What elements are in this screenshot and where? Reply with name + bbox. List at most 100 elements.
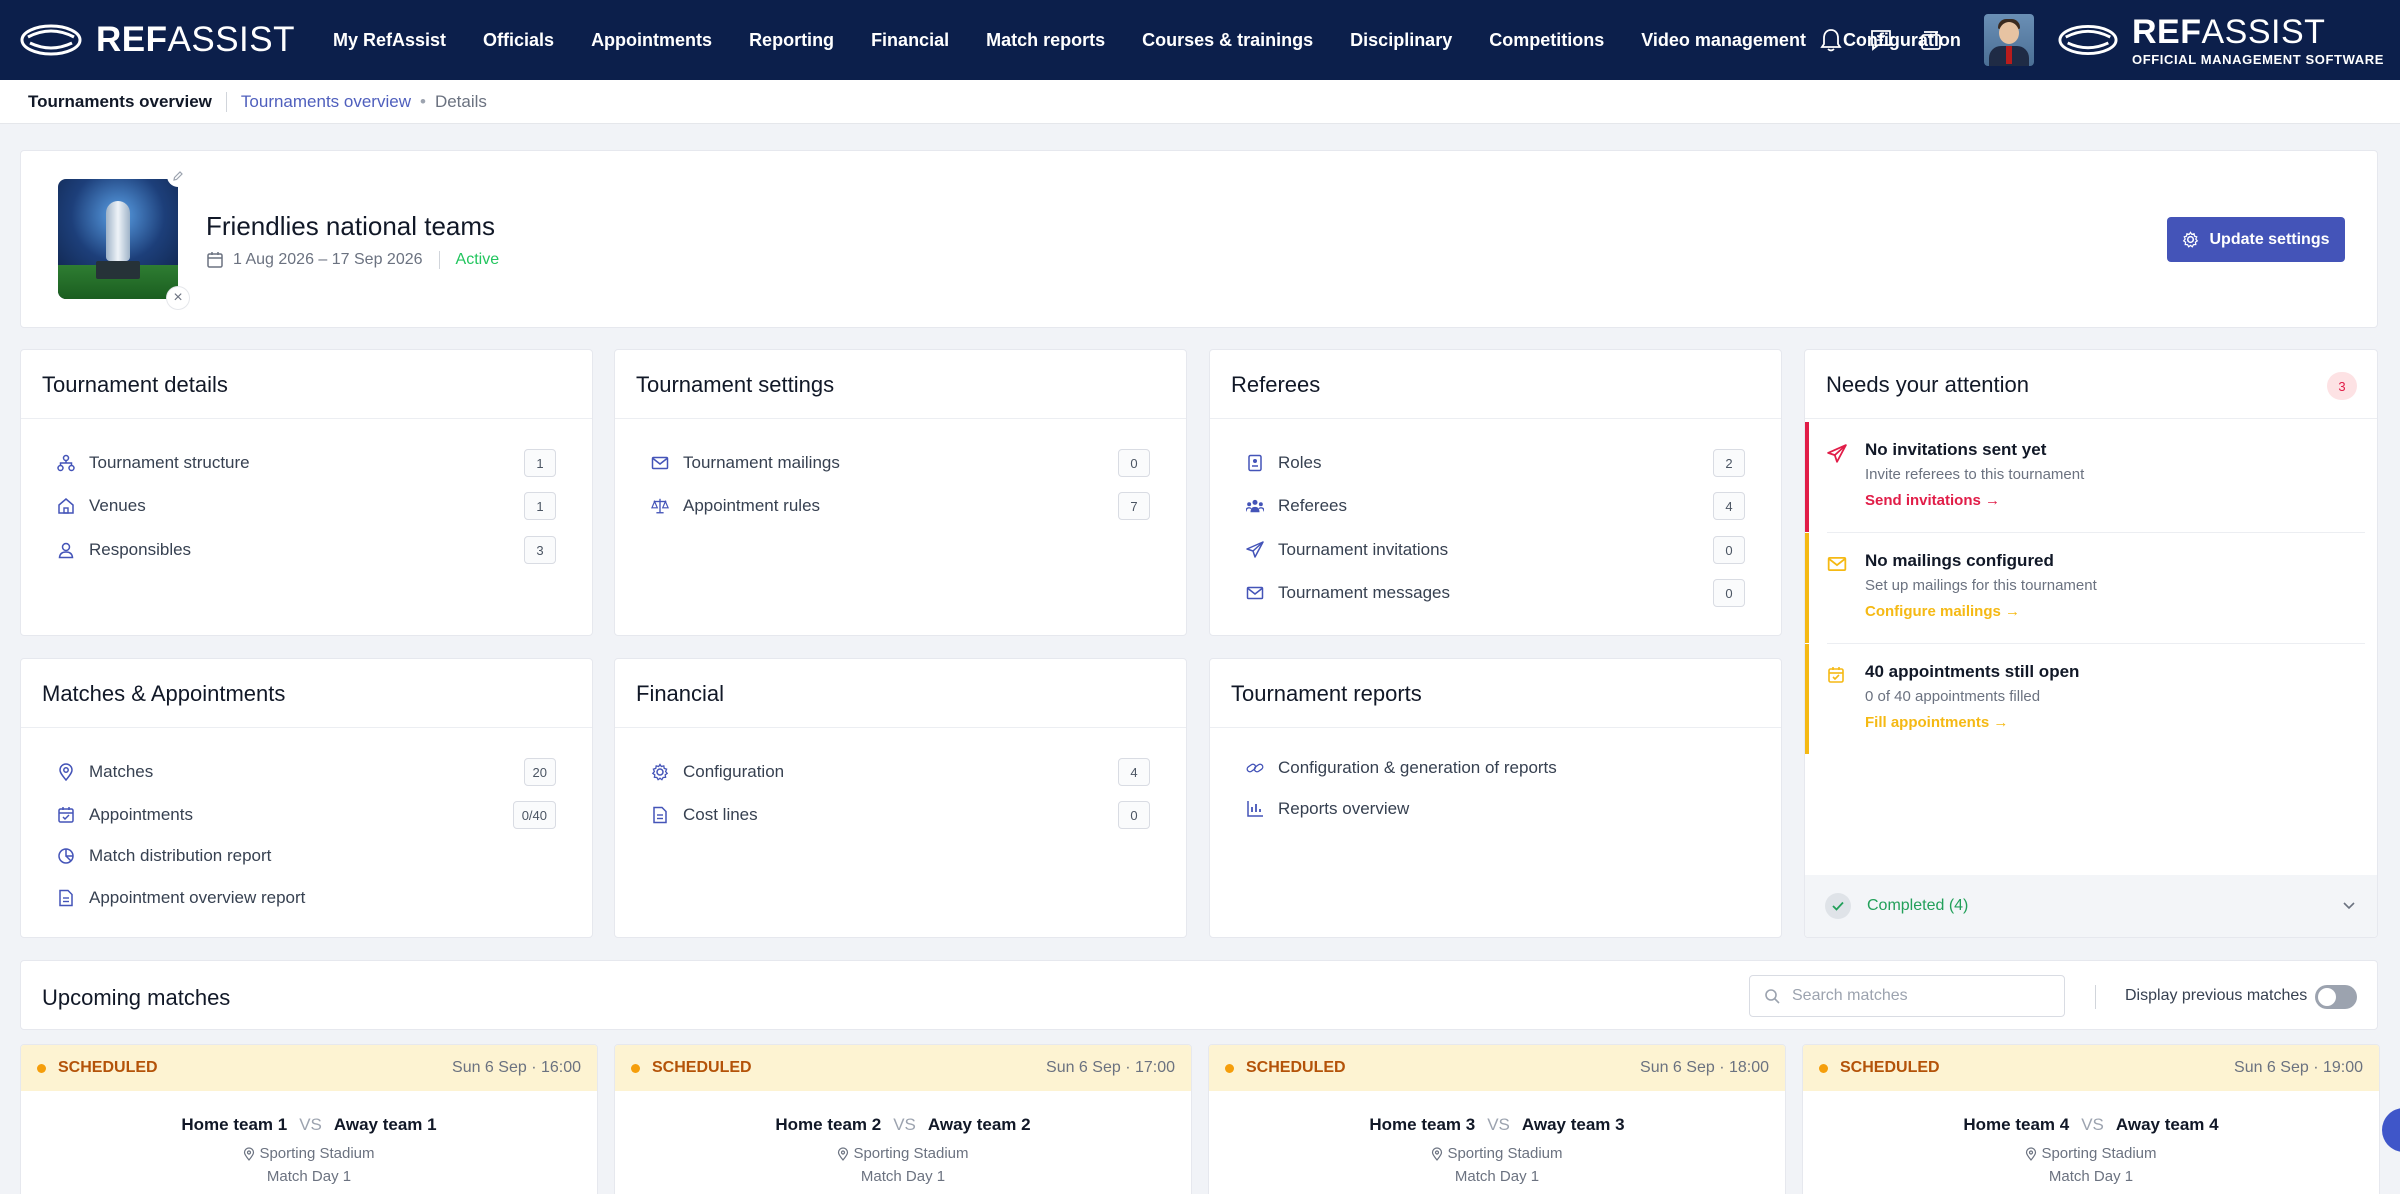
match-card[interactable]: SCHEDULED Sun 6 Sep · 18:00 Home team 3 VS… [1208,1044,1786,1194]
details-item-venues[interactable]: Venues 1 [57,492,556,520]
card-title: Tournament reports [1231,681,1422,706]
settings-item-appointment-rules[interactable]: Appointment rules 7 [651,492,1150,520]
matches-item-matches[interactable]: Matches 20 [57,758,556,786]
match-day: Match Day 1 [266,1168,352,1185]
vs-label: VS [893,1115,916,1134]
breadcrumb-current: Details [434,91,487,111]
match-day: Match Day 1 [2048,1168,2134,1185]
document-icon [651,806,669,824]
item-label: Tournament mailings [683,453,840,472]
item-label: Configuration [683,762,785,781]
update-settings-button[interactable]: Update settings [2167,217,2345,262]
item-label: Appointment overview report [89,888,306,907]
count-badge: 4 [1713,492,1745,520]
venue-name: Sporting Stadium [2041,1145,2157,1162]
pin-icon [57,763,75,781]
referees-item-invitations[interactable]: Tournament invitations 0 [1246,536,1745,564]
cards-icon[interactable] [1918,27,1944,53]
brand-name: REFASSIST [2132,12,2326,51]
refassist-logo[interactable]: REFASSIST [20,0,295,80]
card-title: Matches & Appointments [42,681,286,706]
financial-item-cost-lines[interactable]: Cost lines 0 [651,801,1150,829]
count-badge: 4 [1118,758,1150,786]
nav-match-reports[interactable]: Match reports [986,30,1105,51]
nav-appointments[interactable]: Appointments [591,30,712,51]
brand-tagline: OFFICIAL MANAGEMENT SOFTWARE [2132,51,2384,67]
configure-mailings-link[interactable]: Configure mailings → [1865,603,2020,620]
search-matches-input[interactable]: Search matches [1749,975,2065,1017]
bell-icon[interactable] [1818,27,1844,53]
attention-subtitle: Set up mailings for this tournament [1865,577,2097,594]
match-venue: Sporting Stadium [1803,1145,2379,1162]
item-label: Tournament messages [1278,583,1450,602]
match-card[interactable]: SCHEDULED Sun 6 Sep · 16:00 Home team 1 VS… [20,1044,598,1194]
nav-reporting[interactable]: Reporting [749,30,834,51]
match-status: SCHEDULED [652,1059,752,1076]
item-label: Cost lines [683,805,758,824]
count-badge: 1 [524,449,556,477]
breadcrumb-link-tournaments[interactable]: Tournaments overview [241,92,411,112]
breadcrumb: Tournaments overview Tournaments overvie… [0,80,2400,124]
financial-card: Financial Configuration 4 Cost lines 0 [614,658,1187,938]
nav-my-refassist[interactable]: My RefAssist [333,30,446,51]
count-badge: 0 [1713,536,1745,564]
match-teams: Home team 4 VS Away team 4 [1803,1115,2379,1135]
status-dot [631,1063,640,1073]
details-item-structure[interactable]: Tournament structure 1 [57,449,556,477]
status-badge: Active [455,251,500,268]
check-icon [1825,893,1851,919]
pin-icon [244,1146,255,1161]
match-status: SCHEDULED [1246,1059,1346,1076]
user-avatar[interactable] [1984,14,2034,66]
help-fab-button[interactable] [2382,1108,2400,1152]
matches-item-overview-report[interactable]: Appointment overview report [57,888,556,908]
completed-toggle[interactable]: Completed (4) [1805,875,2377,937]
matches-item-appointments[interactable]: Appointments 0/40 [57,801,556,829]
reports-item-overview[interactable]: Reports overview [1246,799,1745,819]
card-title: Referees [1231,372,1321,397]
scale-icon [651,497,669,515]
match-teams: Home team 3 VS Away team 3 [1209,1115,1785,1135]
home-team: Home team 3 [1369,1115,1476,1134]
item-label: Appointments [89,805,193,824]
attention-subtitle: 0 of 40 appointments filled [1865,688,2041,705]
attention-title: No invitations sent yet [1865,440,2047,459]
match-card[interactable]: SCHEDULED Sun 6 Sep · 17:00 Home team 2 VS… [614,1044,1192,1194]
nav-disciplinary[interactable]: Disciplinary [1350,30,1452,51]
nav-officials[interactable]: Officials [483,30,554,51]
document-icon [57,889,75,907]
remove-image-icon[interactable]: × [167,287,189,309]
matches-appointments-card: Matches & Appointments Matches 20 Appoin… [20,658,593,938]
send-icon [1827,444,1849,466]
display-previous-label: Display previous matches [2125,987,2308,1004]
match-status: SCHEDULED [1840,1059,1940,1076]
reports-item-configuration[interactable]: Configuration & generation of reports [1246,758,1745,778]
vs-label: VS [2081,1115,2104,1134]
mail-icon [1246,584,1264,602]
count-badge: 20 [523,758,556,786]
attention-item-mailings: No mailings configured Set up mailings f… [1805,533,2377,643]
referees-item-roles[interactable]: Roles 2 [1246,449,1745,477]
referees-item-messages[interactable]: Tournament messages 0 [1246,579,1745,607]
vs-label: VS [1487,1115,1510,1134]
display-previous-toggle[interactable] [2315,985,2357,1009]
nav-video-management[interactable]: Video management [1641,30,1806,51]
financial-item-configuration[interactable]: Configuration 4 [651,758,1150,786]
edit-image-icon[interactable] [167,165,189,187]
match-status: SCHEDULED [58,1059,158,1076]
nav-competitions[interactable]: Competitions [1489,30,1604,51]
details-item-responsibles[interactable]: Responsibles 3 [57,536,556,564]
matches-item-distribution-report[interactable]: Match distribution report [57,846,556,866]
referees-item-referees[interactable]: Referees 4 [1246,492,1745,520]
settings-item-mailings[interactable]: Tournament mailings 0 [651,449,1150,477]
home-team: Home team 2 [775,1115,882,1134]
nav-courses-trainings[interactable]: Courses & trainings [1142,30,1313,51]
calendar-check-icon [57,806,75,824]
chat-icon[interactable] [1868,27,1894,53]
match-card[interactable]: SCHEDULED Sun 6 Sep · 19:00 Home team 4 VS… [1802,1044,2380,1194]
users-icon [1246,497,1264,515]
send-invitations-link[interactable]: Send invitations → [1865,492,2000,509]
nav-financial[interactable]: Financial [871,30,949,51]
fill-appointments-link[interactable]: Fill appointments → [1865,714,2008,731]
count-badge: 3 [524,536,556,564]
